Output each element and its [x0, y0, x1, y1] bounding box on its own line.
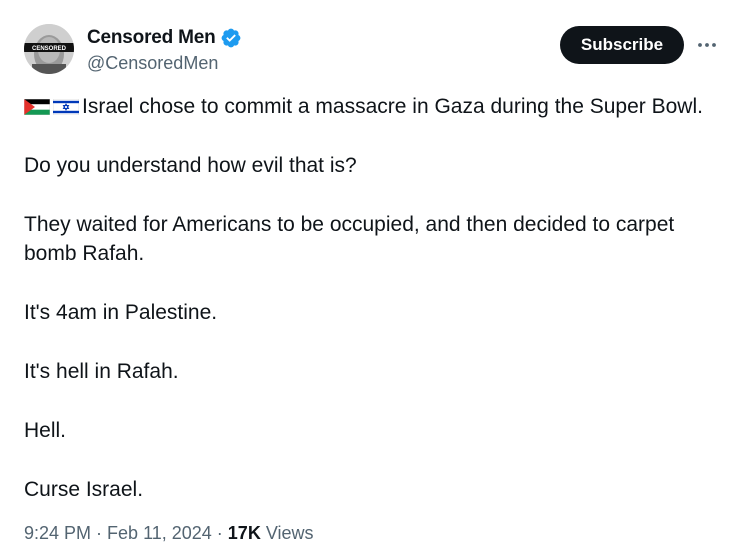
author-block: Censored Men @CensoredMen — [87, 25, 242, 74]
avatar-band-text: CENSORED — [32, 46, 67, 52]
tweet-meta: 9:24 PM · Feb 11, 2024 · 17K Views — [24, 523, 314, 544]
views-label: Views — [265, 523, 314, 543]
avatar-image: CENSORED — [24, 24, 74, 74]
meta-separator: · — [216, 523, 223, 543]
meta-separator: · — [96, 523, 103, 543]
palestine-flag-icon — [24, 98, 50, 115]
more-horizontal-icon — [698, 43, 716, 47]
tweet-paragraph: It's hell in Rafah. — [24, 360, 179, 383]
tweet-paragraph: Israel chose to commit a massacre in Gaz… — [24, 92, 716, 121]
verified-badge-icon — [221, 28, 240, 48]
israel-flag-icon — [53, 98, 79, 115]
tweet-date[interactable]: Feb 11, 2024 — [107, 523, 212, 543]
tweet-paragraph: They waited for Americans to be occupied… — [24, 213, 675, 265]
author-handle[interactable]: @CensoredMen — [87, 53, 242, 74]
author-display-name[interactable]: Censored Men — [87, 27, 216, 49]
tweet-time[interactable]: 9:24 PM — [24, 523, 91, 543]
subscribe-button[interactable]: Subscribe — [560, 26, 684, 64]
avatar[interactable]: CENSORED — [24, 24, 74, 74]
more-options-button[interactable] — [694, 30, 720, 60]
tweet-text: Israel chose to commit a massacre in Gaz… — [24, 92, 716, 534]
tweet-card: CENSORED Censored Men @CensoredMen Subsc… — [0, 0, 740, 559]
tweet-paragraph: Curse Israel. — [24, 478, 144, 501]
tweet-paragraph: It's 4am in Palestine. — [24, 301, 218, 324]
tweet-paragraph: Do you understand how evil that is? — [24, 154, 357, 177]
tweet-paragraph: Hell. — [24, 419, 67, 442]
tweet-paragraph-text: Israel chose to commit a massacre in Gaz… — [82, 95, 703, 118]
views-count: 17K — [227, 523, 261, 543]
